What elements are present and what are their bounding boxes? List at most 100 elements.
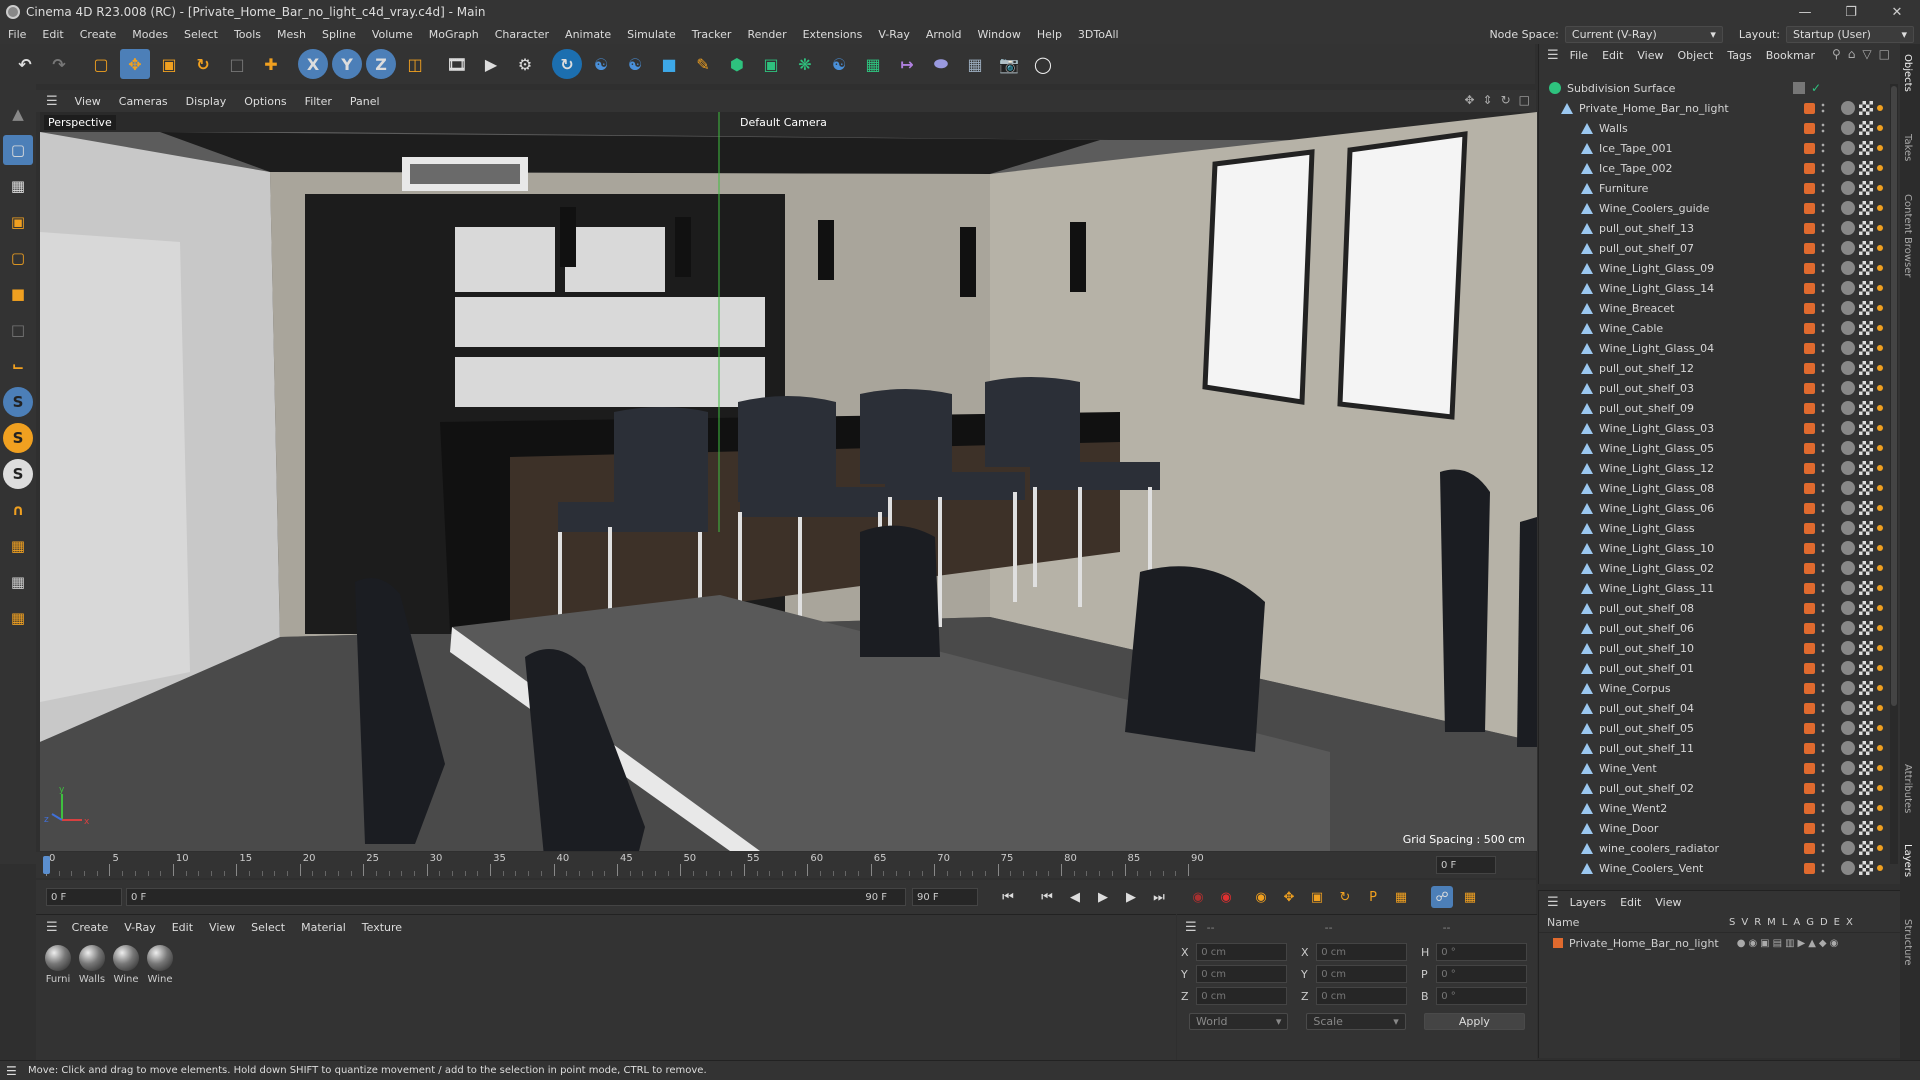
- object-row[interactable]: pull_out_shelf_13: [1539, 218, 1901, 238]
- object-name[interactable]: pull_out_shelf_02: [1599, 782, 1694, 795]
- object-name[interactable]: Wine_Light_Glass_12: [1599, 462, 1714, 475]
- object-row[interactable]: Wine_Light_Glass_11: [1539, 578, 1901, 598]
- key-position-icon[interactable]: ✥: [1278, 886, 1300, 908]
- layer-color-tag[interactable]: [1804, 822, 1815, 834]
- vray-tag-icon[interactable]: [1877, 505, 1883, 511]
- coord-value-field[interactable]: 0 °: [1436, 965, 1527, 983]
- visibility-toggle-icon[interactable]: [1821, 202, 1825, 214]
- x-axis-lock-icon[interactable]: X: [298, 49, 328, 79]
- material-tag-icon[interactable]: [1841, 381, 1855, 395]
- apply-button[interactable]: Apply: [1423, 1013, 1526, 1030]
- object-menu-file[interactable]: File: [1563, 49, 1595, 62]
- subdivision-generator-icon[interactable]: ⬢: [722, 49, 752, 79]
- render-settings-icon[interactable]: ⚙: [510, 49, 540, 79]
- texture-tag-icon[interactable]: [1859, 481, 1873, 495]
- timeline-window-icon[interactable]: ▦: [1459, 886, 1481, 908]
- layer-color-tag[interactable]: [1804, 162, 1815, 174]
- vray-tag-icon[interactable]: [1877, 445, 1883, 451]
- vray-tag-icon[interactable]: [1877, 545, 1883, 551]
- home-icon[interactable]: ⌂: [1848, 47, 1856, 61]
- texture-tag-icon[interactable]: [1859, 741, 1873, 755]
- layer-color-tag[interactable]: [1804, 662, 1815, 674]
- layer-menu-edit[interactable]: Edit: [1613, 896, 1648, 909]
- object-name[interactable]: Wine_Light_Glass_06: [1599, 502, 1714, 515]
- texture-tag-icon[interactable]: [1859, 841, 1873, 855]
- layer-color-tag[interactable]: [1804, 562, 1815, 574]
- layer-color-tag[interactable]: [1804, 342, 1815, 354]
- material-tag-icon[interactable]: [1841, 361, 1855, 375]
- layer-color-tag[interactable]: [1804, 282, 1815, 294]
- python-script-icon[interactable]: ☯: [586, 49, 616, 79]
- coord-value-field[interactable]: 0 °: [1436, 987, 1527, 1005]
- viewport-zoom-icon[interactable]: ⇕: [1483, 93, 1493, 107]
- material-swatch[interactable]: Wine: [110, 945, 142, 985]
- object-row[interactable]: pull_out_shelf_04: [1539, 698, 1901, 718]
- vray-tag-icon[interactable]: [1877, 765, 1883, 771]
- object-row[interactable]: pull_out_shelf_08: [1539, 598, 1901, 618]
- texture-tag-icon[interactable]: [1859, 721, 1873, 735]
- object-name[interactable]: Walls: [1599, 122, 1628, 135]
- vray-tag-icon[interactable]: [1877, 785, 1883, 791]
- node-space-dropdown[interactable]: Current (V-Ray) ▾: [1564, 25, 1723, 43]
- object-menu-view[interactable]: View: [1630, 49, 1670, 62]
- object-name[interactable]: Wine_Light_Glass_02: [1599, 562, 1714, 575]
- material-tag-icon[interactable]: [1841, 601, 1855, 615]
- end-frame-field[interactable]: 90 F: [912, 888, 978, 906]
- material-tag-icon[interactable]: [1841, 261, 1855, 275]
- object-row[interactable]: Wine_Door: [1539, 818, 1901, 838]
- visibility-toggle-icon[interactable]: [1821, 562, 1825, 574]
- menu-3dtoall[interactable]: 3DToAll: [1070, 28, 1127, 41]
- side-tab-layers[interactable]: Layers: [1902, 844, 1913, 877]
- close-icon[interactable]: ✕: [1874, 0, 1920, 24]
- vray-tag-icon[interactable]: [1877, 225, 1883, 231]
- texture-tag-icon[interactable]: [1859, 581, 1873, 595]
- floor-icon[interactable]: ▦: [960, 49, 990, 79]
- texture-tag-icon[interactable]: [1859, 281, 1873, 295]
- object-name[interactable]: pull_out_shelf_08: [1599, 602, 1694, 615]
- material-tag-icon[interactable]: [1841, 341, 1855, 355]
- material-tag-icon[interactable]: [1841, 621, 1855, 635]
- layer-column-header[interactable]: A: [1793, 917, 1800, 928]
- snap-workplane-icon[interactable]: S: [3, 459, 33, 489]
- menu-spline[interactable]: Spline: [314, 28, 364, 41]
- object-row[interactable]: pull_out_shelf_09: [1539, 398, 1901, 418]
- material-menu-texture[interactable]: Texture: [354, 921, 410, 934]
- material-tag-icon[interactable]: [1841, 221, 1855, 235]
- coord-value-field[interactable]: 0 cm: [1196, 987, 1287, 1005]
- material-menu-create[interactable]: Create: [64, 921, 117, 934]
- layer-column-header[interactable]: E: [1834, 917, 1840, 928]
- visibility-toggle-icon[interactable]: [1821, 402, 1825, 414]
- material-tag-icon[interactable]: [1841, 801, 1855, 815]
- object-row[interactable]: Ice_Tape_001: [1539, 138, 1901, 158]
- object-name[interactable]: Wine_Light_Glass_11: [1599, 582, 1714, 595]
- viewport-menu-filter[interactable]: Filter: [296, 95, 341, 108]
- layer-color-tag[interactable]: [1804, 802, 1815, 814]
- vray-tag-icon[interactable]: [1877, 265, 1883, 271]
- coord-value-field[interactable]: 0 °: [1436, 943, 1527, 961]
- recent-tool-icon[interactable]: □: [222, 49, 252, 79]
- vray-tag-icon[interactable]: [1877, 305, 1883, 311]
- texture-tag-icon[interactable]: [1859, 101, 1873, 115]
- visibility-toggle-icon[interactable]: [1821, 622, 1825, 634]
- material-menu-v-ray[interactable]: V-Ray: [116, 921, 164, 934]
- object-name[interactable]: wine_coolers_radiator: [1599, 842, 1719, 855]
- vray-tag-icon[interactable]: [1877, 405, 1883, 411]
- python-script-icon-2[interactable]: ☯: [620, 49, 650, 79]
- viewport-rotate-icon[interactable]: ↻: [1501, 93, 1511, 107]
- object-name[interactable]: pull_out_shelf_07: [1599, 242, 1694, 255]
- menu-volume[interactable]: Volume: [364, 28, 421, 41]
- visibility-toggle-icon[interactable]: [1821, 162, 1825, 174]
- object-name[interactable]: Wine_Corpus: [1599, 682, 1671, 695]
- texture-tag-icon[interactable]: [1859, 421, 1873, 435]
- side-tab-takes[interactable]: Takes: [1902, 134, 1913, 161]
- visibility-toggle-icon[interactable]: [1821, 822, 1825, 834]
- vray-tag-icon[interactable]: [1877, 805, 1883, 811]
- mograph-cubes-icon[interactable]: ▦: [858, 49, 888, 79]
- layer-column-header[interactable]: R: [1754, 917, 1761, 928]
- layer-tag-icon[interactable]: [1792, 82, 1805, 94]
- object-row[interactable]: Wine_Went2: [1539, 798, 1901, 818]
- texture-tag-icon[interactable]: [1859, 701, 1873, 715]
- object-name[interactable]: Wine_Light_Glass_10: [1599, 542, 1714, 555]
- object-name[interactable]: Wine_Coolers_Vent: [1599, 862, 1703, 875]
- menu-file[interactable]: File: [0, 28, 34, 41]
